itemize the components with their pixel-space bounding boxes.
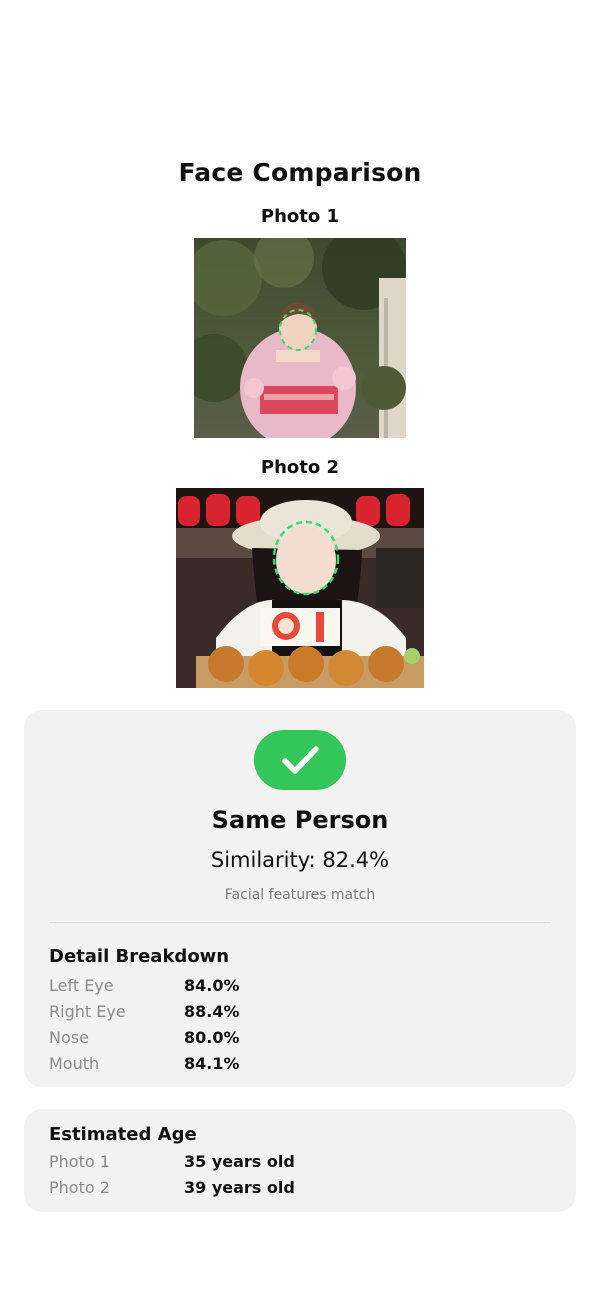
breakdown-label-right-eye: Right Eye	[49, 1002, 126, 1021]
age-label-photo-2: Photo 2	[49, 1178, 110, 1197]
breakdown-label-nose: Nose	[49, 1028, 89, 1047]
age-value-photo-2: 39 years old	[184, 1178, 295, 1197]
breakdown-label-mouth: Mouth	[49, 1054, 100, 1073]
age-label-photo-1: Photo 1	[49, 1152, 110, 1171]
breakdown-value-mouth: 84.1%	[184, 1054, 240, 1073]
checkmark-icon	[282, 746, 319, 774]
verdict-text: Same Person	[211, 806, 389, 834]
photo-1-image	[194, 238, 406, 438]
photo-2-label: Photo 2	[260, 457, 340, 478]
photo-1-label: Photo 1	[260, 206, 340, 227]
divider	[49, 922, 551, 923]
breakdown-value-right-eye: 88.4%	[184, 1002, 240, 1021]
result-card: Same Person Similarity: 82.4% Facial fea…	[24, 710, 576, 1087]
similarity-text: Similarity: 82.4%	[210, 848, 390, 872]
age-card: Estimated Age Photo 1 35 years old Photo…	[24, 1109, 576, 1212]
age-value-photo-1: 35 years old	[184, 1152, 295, 1171]
page-title: Face Comparison	[178, 158, 422, 187]
match-badge	[254, 730, 346, 790]
breakdown-title: Detail Breakdown	[49, 946, 230, 967]
breakdown-value-nose: 80.0%	[184, 1028, 240, 1047]
age-title: Estimated Age	[49, 1124, 197, 1145]
match-note: Facial features match	[224, 887, 376, 903]
photo-2-image	[176, 488, 424, 688]
breakdown-label-left-eye: Left Eye	[49, 976, 114, 995]
breakdown-value-left-eye: 84.0%	[184, 976, 240, 995]
